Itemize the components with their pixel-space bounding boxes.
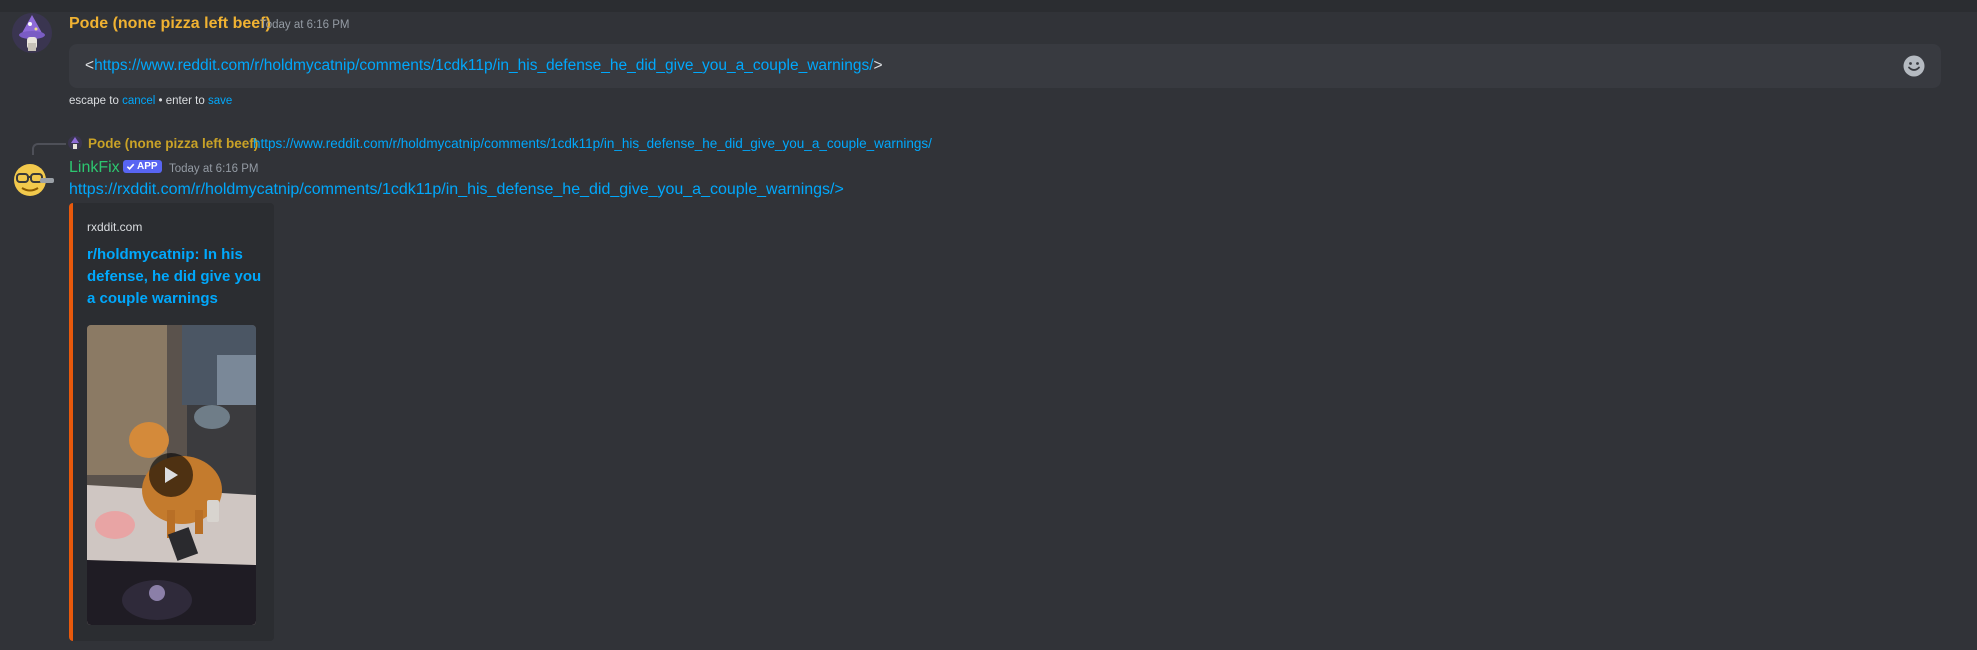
bot-timestamp: Today at 6:16 PM: [169, 163, 259, 175]
edit-message-input[interactable]: <https://www.reddit.com/r/holdmycatnip/c…: [69, 44, 1941, 88]
message-author[interactable]: Pode (none pizza left beef): [69, 15, 271, 33]
bot-avatar-linkfix[interactable]: [12, 160, 56, 200]
edit-input-prefix: <: [85, 57, 95, 74]
app-badge-label: APP: [137, 161, 158, 172]
emoji-smile-icon[interactable]: [1903, 55, 1925, 77]
edit-input-url[interactable]: https://www.reddit.com/r/holdmycatnip/co…: [94, 57, 873, 74]
play-icon: [165, 467, 178, 483]
play-button[interactable]: [149, 453, 193, 497]
app-badge: APP: [123, 160, 162, 173]
reply-preview[interactable]: https://www.reddit.com/r/holdmycatnip/co…: [253, 136, 932, 151]
reply-author[interactable]: Pode (none pizza left beef): [88, 136, 258, 151]
user-avatar-pode[interactable]: [12, 13, 52, 53]
link-embed: rxddit.com r/holdmycatnip: In his defens…: [69, 203, 274, 641]
embed-title[interactable]: r/holdmycatnip: In his defense, he did g…: [87, 244, 263, 310]
message-link[interactable]: https://rxddit.com/r/holdmycatnip/commen…: [69, 181, 844, 199]
check-icon: [126, 163, 135, 171]
bot-author[interactable]: LinkFix: [69, 159, 120, 177]
embed-provider[interactable]: rxddit.com: [87, 220, 142, 234]
reply-avatar[interactable]: [68, 136, 82, 150]
edit-hint: escape to cancel • enter to save: [69, 95, 232, 107]
save-link[interactable]: save: [208, 95, 232, 107]
top-divider: [0, 0, 1977, 12]
reply-spine: [32, 143, 66, 155]
cancel-link[interactable]: cancel: [122, 95, 155, 107]
hint-escape-text: escape to: [69, 95, 123, 107]
edit-input-text[interactable]: <https://www.reddit.com/r/holdmycatnip/c…: [85, 57, 883, 75]
message-timestamp: Today at 6:16 PM: [260, 19, 350, 31]
embed-video-thumbnail[interactable]: [87, 325, 256, 625]
edit-input-suffix: >: [873, 57, 883, 74]
hint-enter-text: • enter to: [155, 95, 208, 107]
